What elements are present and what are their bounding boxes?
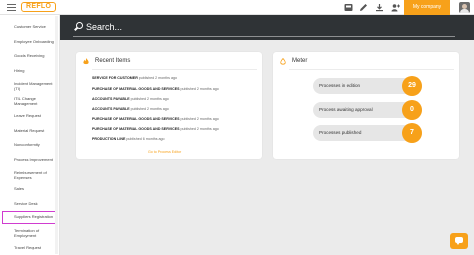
list-item[interactable]: ACCOUNTS PAYABLE published 2 months ago xyxy=(92,97,169,102)
edit-icon[interactable] xyxy=(359,3,368,12)
meter-card: Meter Processes in edition 29 Process aw… xyxy=(273,52,459,159)
search-input[interactable] xyxy=(86,20,456,34)
item-name: ACCOUNTS PAYABLE xyxy=(92,97,130,101)
meter-title: Meter xyxy=(292,58,308,64)
item-meta: published 2 months ago xyxy=(180,127,219,131)
sidebar-item-itil-change-management[interactable]: ITIL Change Management xyxy=(2,96,58,106)
list-item[interactable]: PRODUCTION LINE published 6 months ago xyxy=(92,137,165,142)
list-item[interactable]: PURCHASE OF MATERIAL GOODS AND SERVICES … xyxy=(92,117,219,122)
inbox-icon[interactable] xyxy=(344,3,353,12)
item-meta: published 2 months ago xyxy=(180,117,219,121)
item-name: SERVICE FOR CUSTOMER xyxy=(92,76,138,80)
top-bar: REFLO My company xyxy=(0,0,474,15)
user-add-icon[interactable] xyxy=(391,3,400,12)
download-icon[interactable] xyxy=(375,3,384,12)
company-button[interactable]: My company xyxy=(404,0,450,15)
sidebar-item-service-desk[interactable]: Service Desk xyxy=(2,201,58,206)
user-avatar[interactable] xyxy=(459,2,470,13)
list-item[interactable]: ACCOUNTS PAYABLE published 2 months ago xyxy=(92,107,169,112)
item-name: PURCHASE OF MATERIAL GOODS AND SERVICES xyxy=(92,117,180,121)
item-meta: published 2 months ago xyxy=(180,87,219,91)
sidebar-item-process-improvement[interactable]: Process Improvement xyxy=(2,157,58,162)
sidebar-scrollbar[interactable] xyxy=(55,16,58,254)
search-icon xyxy=(74,22,83,32)
item-name: PURCHASE OF MATERIAL GOODS AND SERVICES xyxy=(92,87,180,91)
meter-icon xyxy=(280,58,286,65)
sidebar: Customer Service Employee Onboarding Goo… xyxy=(0,15,60,255)
sidebar-item-material-request[interactable]: Material Request xyxy=(2,128,58,133)
item-meta: published 2 months ago xyxy=(130,107,169,111)
meter-count-in-edition[interactable]: 29 xyxy=(402,76,422,96)
divider xyxy=(92,69,257,70)
sidebar-item-leave-request[interactable]: Leave Request xyxy=(2,113,58,118)
list-item[interactable]: PURCHASE OF MATERIAL GOODS AND SERVICES … xyxy=(92,127,219,132)
chat-button[interactable] xyxy=(450,233,468,249)
search-underline xyxy=(73,36,455,37)
divider xyxy=(289,69,454,70)
sidebar-item-travel-request[interactable]: Travel Request xyxy=(2,245,58,250)
sidebar-item-suppliers-registration[interactable]: Suppliers Registration xyxy=(2,211,58,224)
recent-items-title: Recent Items xyxy=(95,58,131,64)
item-meta: published 2 months ago xyxy=(138,76,177,80)
sidebar-item-hiring[interactable]: Hiring xyxy=(2,68,58,73)
sidebar-item-termination-of-employment[interactable]: Termination of Employment xyxy=(2,228,58,238)
sidebar-item-incident-management[interactable]: Incident Management (TI) xyxy=(2,81,58,91)
sidebar-item-customer-service[interactable]: Customer Service xyxy=(2,24,58,29)
item-name: PURCHASE OF MATERIAL GOODS AND SERVICES xyxy=(92,127,180,131)
sidebar-item-nonconformity[interactable]: Nonconformity xyxy=(2,142,58,147)
item-meta: published 6 months ago xyxy=(126,137,165,141)
sidebar-item-employee-onboarding[interactable]: Employee Onboarding xyxy=(2,39,58,44)
list-item[interactable]: SERVICE FOR CUSTOMER published 2 months … xyxy=(92,76,177,81)
app-logo[interactable]: REFLO xyxy=(21,2,57,12)
meter-count-published[interactable]: 7 xyxy=(402,123,422,143)
search-bar xyxy=(60,15,474,40)
sidebar-item-sales[interactable]: Sales xyxy=(2,186,58,191)
meter-count-awaiting-approval[interactable]: 0 xyxy=(402,100,422,120)
menu-icon[interactable] xyxy=(7,4,16,11)
item-name: ACCOUNTS PAYABLE xyxy=(92,107,130,111)
sidebar-item-goods-receiving[interactable]: Goods Receiving xyxy=(2,53,58,58)
recent-items-card: Recent Items SERVICE FOR CUSTOMER publis… xyxy=(76,52,262,159)
go-to-process-editor-link[interactable]: Go to Process Editor xyxy=(148,150,181,154)
item-name: PRODUCTION LINE xyxy=(92,137,126,141)
list-item[interactable]: PURCHASE OF MATERIAL GOODS AND SERVICES … xyxy=(92,87,219,92)
sidebar-item-reimbursement-of-expenses[interactable]: Reimbursement of Expenses xyxy=(2,170,58,180)
flame-icon xyxy=(83,58,89,65)
item-meta: published 2 months ago xyxy=(130,97,169,101)
